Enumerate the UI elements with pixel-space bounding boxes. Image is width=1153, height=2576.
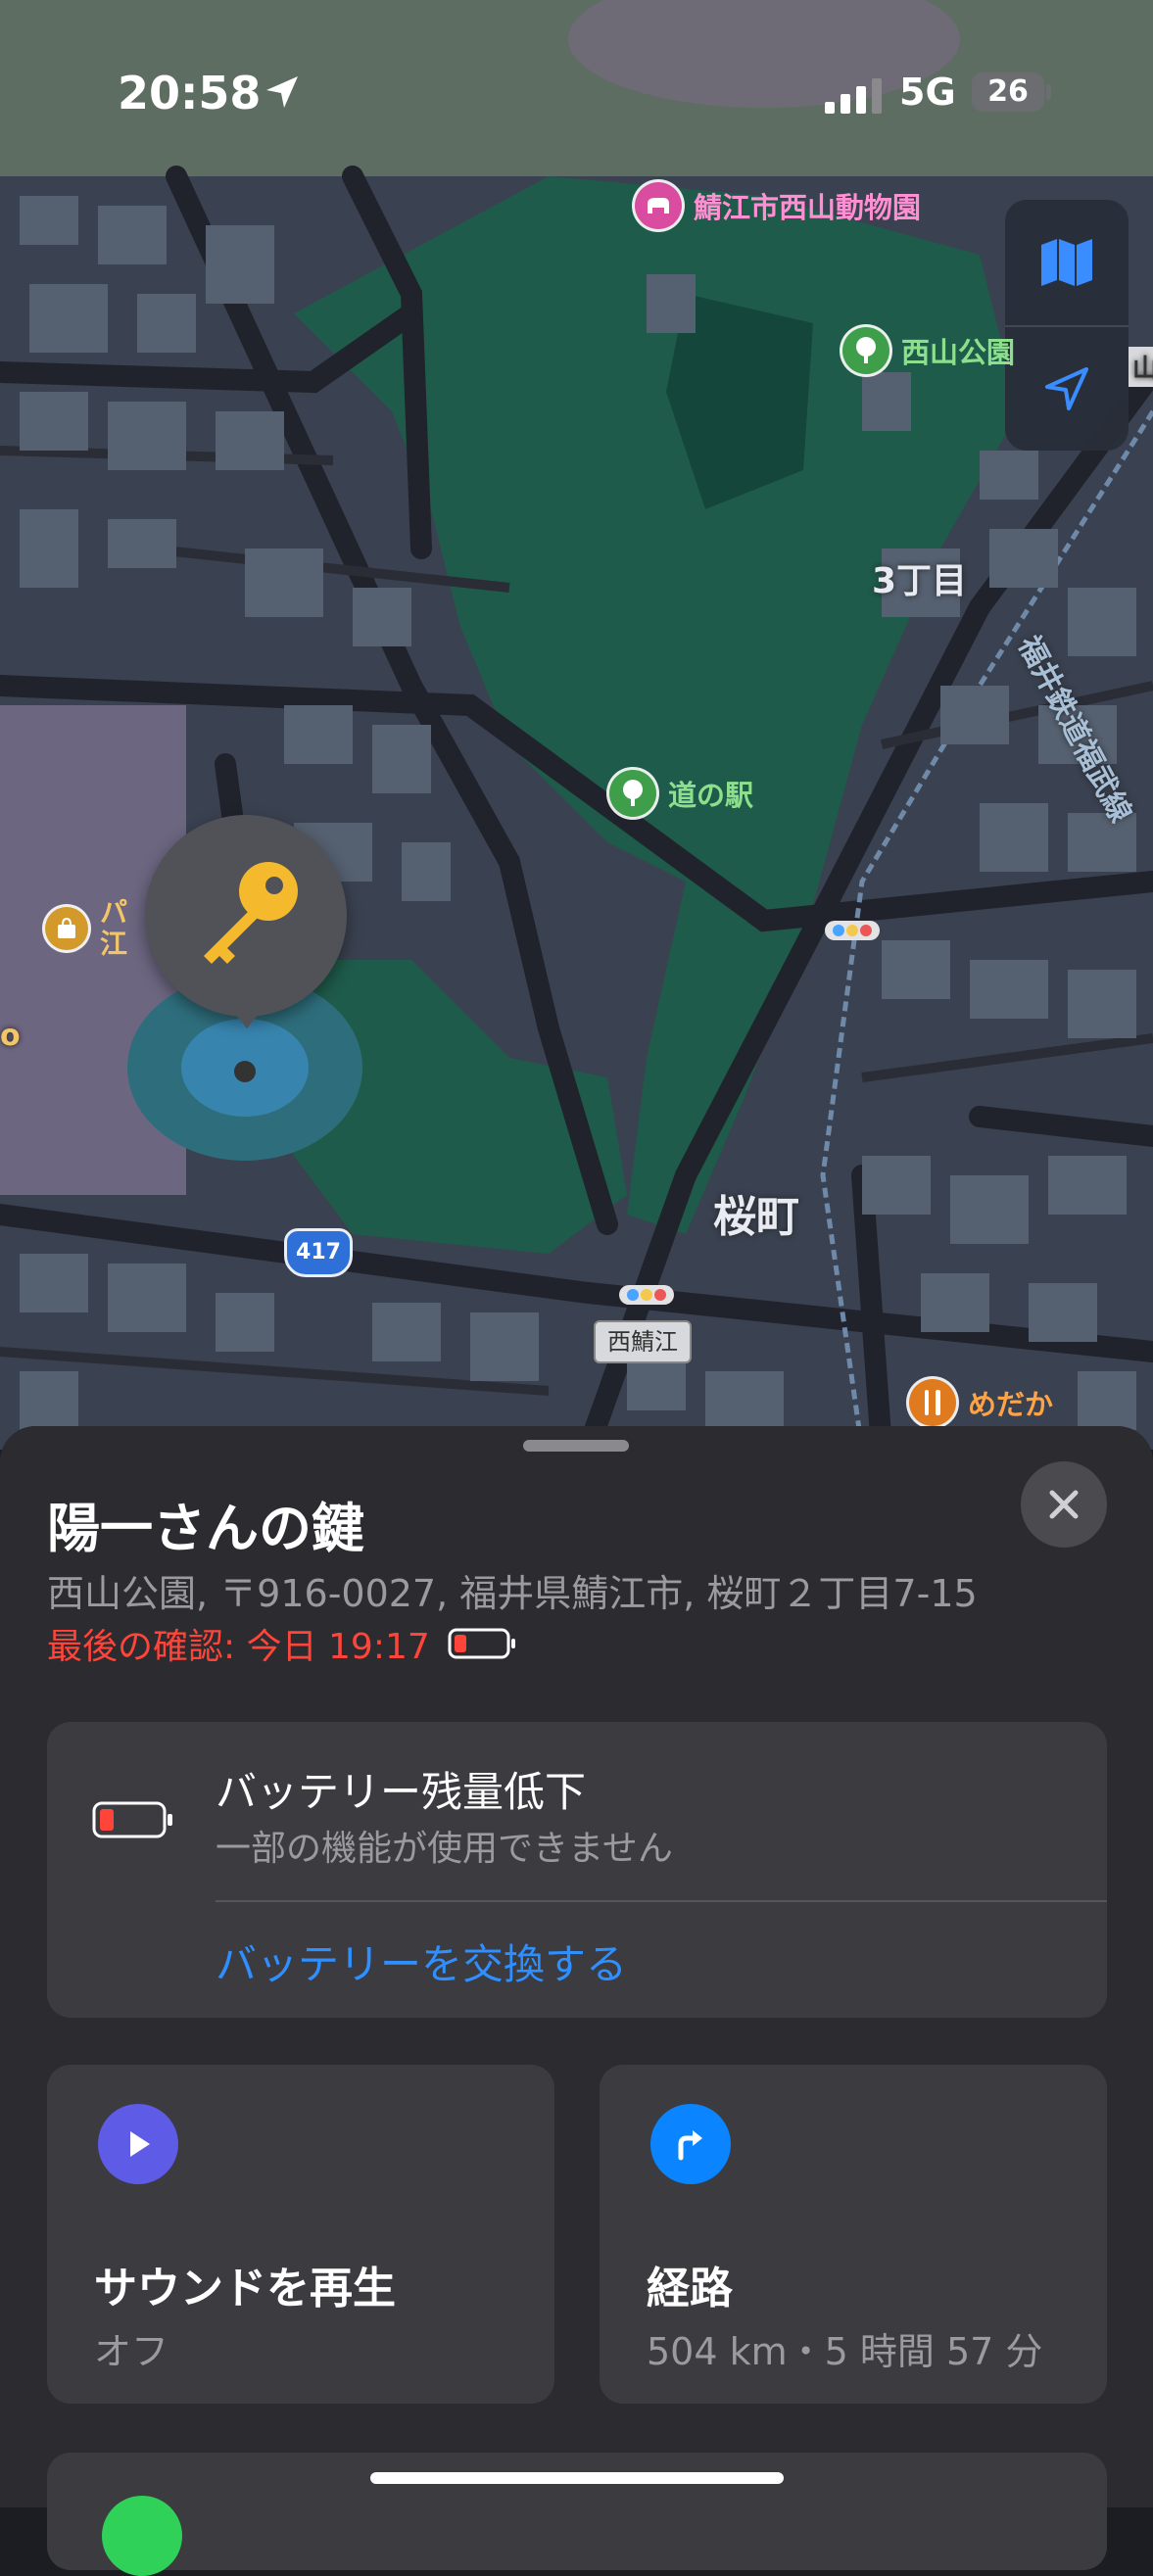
play-sound-status: オフ — [94, 2330, 169, 2373]
play-sound-circle — [98, 2104, 178, 2184]
location-arrow-icon — [266, 76, 298, 108]
tree-icon — [842, 327, 889, 374]
station-tag: 西鯖江 — [594, 1320, 692, 1363]
poi-zoo-label: 鯖江市西山動物園 — [694, 191, 922, 224]
poi-restaurant-label: めだか — [968, 1388, 1054, 1421]
map-canvas — [0, 0, 1153, 1460]
edge-label-left: o — [0, 1019, 21, 1053]
district-label-3chome: 3丁目 — [872, 561, 968, 601]
next-card-icon — [102, 2496, 182, 2576]
directions-label: 経路 — [647, 2264, 733, 2314]
close-icon — [1049, 1490, 1079, 1519]
zoo-icon — [635, 182, 682, 229]
poi-restaurant[interactable]: めだか — [909, 1379, 1053, 1426]
directions-circle — [650, 2104, 731, 2184]
map-mode-button[interactable] — [1005, 200, 1129, 325]
directions-distance: 504 km・5 時間 57 分 — [647, 2330, 1043, 2373]
route-shield: 417 — [284, 1228, 353, 1277]
status-time: 20:58 — [118, 67, 262, 119]
poi-park-label: 西山公園 — [901, 336, 1016, 369]
battery-low-icon — [448, 1628, 515, 1659]
map-icon — [1041, 239, 1092, 286]
item-detail-sheet: 陽一さんの鍵 西山公園, 〒916-0027, 福井県鯖江市, 桜町２丁目7-1… — [0, 1426, 1153, 2576]
play-sound-button[interactable]: サウンドを再生 オフ — [47, 2065, 554, 2404]
edge-label-right: 山 — [1129, 347, 1153, 387]
map-view[interactable]: 20:58 5G 26 鯖江市西山動物園 西山公園 道の駅 パ 江 めだか 3丁… — [0, 0, 1153, 1460]
poi-park[interactable]: 西山公園 — [842, 327, 1015, 374]
play-icon — [130, 2131, 150, 2157]
battery-nub — [1046, 84, 1051, 100]
item-title: 陽一さんの鍵 — [47, 1498, 364, 1559]
network-type: 5G — [899, 71, 956, 114]
home-indicator[interactable] — [370, 2472, 784, 2484]
tracking-button[interactable] — [1005, 327, 1129, 451]
status-bar: 20:58 5G 26 — [0, 0, 1153, 176]
battery-percentage: 26 — [972, 72, 1044, 112]
last-seen-text: 最後の確認: 今日 19:17 — [47, 1627, 430, 1667]
turn-right-arrow-icon — [678, 2130, 702, 2161]
key-icon — [204, 862, 298, 964]
battery-card-subtitle: 一部の機能が使用できません — [216, 1829, 673, 1869]
poi-station[interactable]: 道の駅 — [609, 770, 753, 817]
poi-station-label: 道の駅 — [668, 779, 754, 812]
poi-shop-label: パ 江 — [100, 896, 128, 960]
battery-low-icon — [92, 1801, 172, 1838]
fork-knife-icon — [909, 1379, 956, 1426]
item-location-pin[interactable] — [145, 815, 347, 1017]
directions-button[interactable]: 経路 504 km・5 時間 57 分 — [600, 2065, 1107, 2404]
item-address: 西山公園, 〒916-0027, 福井県鯖江市, 桜町２丁目7-15 — [47, 1572, 978, 1615]
play-sound-label: サウンドを再生 — [94, 2264, 396, 2314]
navigation-arrow-icon — [1045, 367, 1088, 410]
close-button[interactable] — [1021, 1461, 1107, 1548]
map-controls — [1005, 200, 1129, 451]
poi-zoo[interactable]: 鯖江市西山動物園 — [635, 182, 921, 229]
shopping-bag-icon — [45, 907, 88, 950]
sheet-grabber[interactable] — [523, 1440, 629, 1452]
tree-icon — [609, 770, 656, 817]
district-label-sakuramachi: 桜町 — [713, 1192, 799, 1242]
battery-card: バッテリー残量低下 一部の機能が使用できません バッテリーを交換する — [47, 1722, 1107, 2018]
poi-shop[interactable]: パ 江 — [45, 897, 127, 960]
next-card-partial[interactable] — [47, 2453, 1107, 2576]
pin-tail — [231, 1009, 263, 1028]
cellular-signal-icon — [825, 78, 882, 114]
last-seen-row: 最後の確認: 今日 19:17 — [47, 1618, 518, 1669]
replace-battery-link[interactable]: バッテリーを交換する — [216, 1932, 627, 1991]
battery-card-title: バッテリー残量低下 — [216, 1768, 587, 1816]
battery-card-divider — [216, 1900, 1107, 1902]
